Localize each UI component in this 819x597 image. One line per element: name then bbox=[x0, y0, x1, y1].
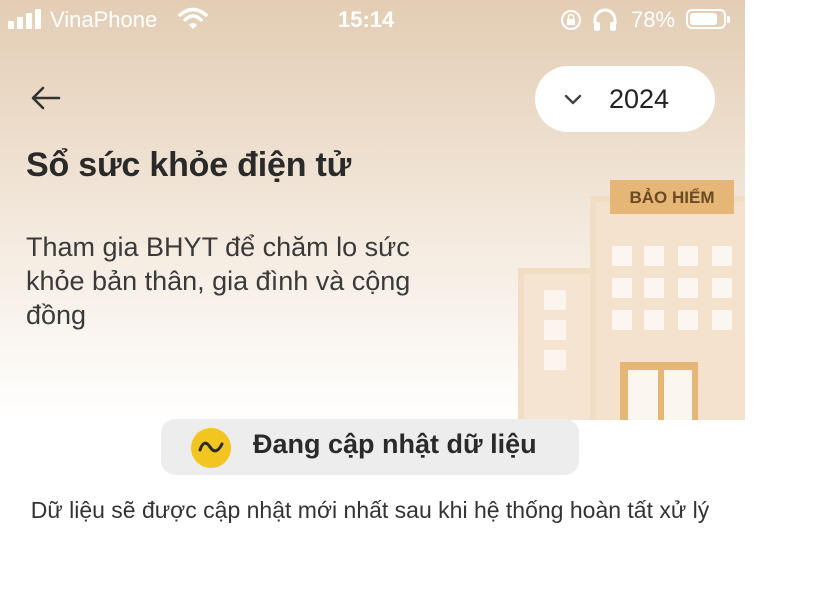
status-time: 15:14 bbox=[338, 7, 395, 32]
wave-icon bbox=[191, 428, 231, 468]
page-description: Tham gia BHYT để chăm lo sức khỏe bản th… bbox=[26, 232, 411, 330]
status-bar: VinaPhone 15:14 78% bbox=[0, 0, 745, 40]
building-sign-text: BẢO HIỂM bbox=[630, 188, 715, 207]
battery-icon bbox=[686, 9, 730, 29]
year-dropdown[interactable]: 2024 bbox=[535, 66, 715, 132]
insurance-building-illustration: BẢO HIỂM bbox=[518, 180, 745, 420]
phone-screen: VinaPhone 15:14 78% 2024 Sổ sức khỏe điệ… bbox=[0, 0, 745, 597]
rotation-lock-icon bbox=[561, 10, 581, 30]
battery-percent: 78% bbox=[631, 7, 676, 32]
headphones-icon bbox=[593, 8, 617, 31]
signal-icon bbox=[8, 9, 44, 29]
year-value: 2024 bbox=[609, 84, 670, 114]
carrier-name: VinaPhone bbox=[50, 7, 158, 32]
update-note: Dữ liệu sẽ được cập nhật mới nhất sau kh… bbox=[30, 497, 710, 523]
wifi-icon bbox=[178, 7, 208, 29]
chevron-down-icon bbox=[564, 94, 582, 105]
page-title: Sổ sức khỏe điện tử bbox=[26, 146, 352, 184]
updating-label: Đang cập nhật dữ liệu bbox=[253, 429, 537, 459]
back-arrow-icon[interactable] bbox=[28, 80, 64, 116]
data-updating-banner: Đang cập nhật dữ liệu bbox=[161, 419, 579, 475]
